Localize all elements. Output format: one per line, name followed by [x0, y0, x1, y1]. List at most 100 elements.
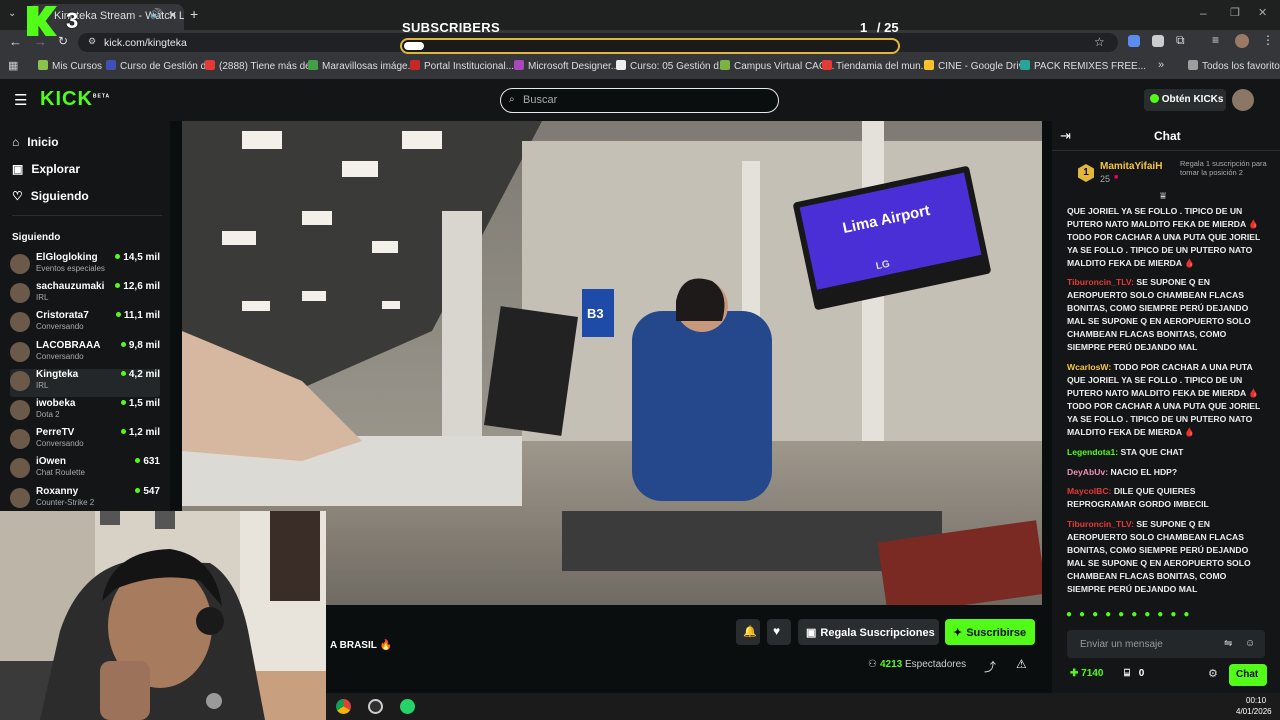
- extension-icon-2[interactable]: [1152, 35, 1164, 47]
- bookmark-item[interactable]: Tiendamia del mun...: [822, 60, 929, 72]
- following-item[interactable]: PerreTV Conversando 1,2 mil: [10, 427, 160, 455]
- chat-username[interactable]: WcarlosW:: [1067, 362, 1111, 372]
- notifications-button[interactable]: 🔔: [736, 619, 760, 645]
- kick-logo[interactable]: KICKBETA: [40, 88, 110, 111]
- translate-icon[interactable]: ⇋: [1224, 638, 1232, 649]
- nav-inicio[interactable]: ⌂ Inicio: [12, 135, 59, 149]
- viewers-label: Espectadores: [905, 659, 967, 670]
- filter-icon[interactable]: ⩸: [1160, 191, 1166, 202]
- tab-search-icon[interactable]: ⌄: [8, 8, 16, 19]
- star-icon: ✦: [953, 627, 963, 639]
- following-item[interactable]: Kingteka IRL 4,2 mil: [10, 368, 160, 397]
- chat-text: TODO POR CACHAR A UNA PUTA QUE JORIEL YA…: [1067, 362, 1261, 437]
- bookmark-item[interactable]: Maravillosas imáge...: [308, 60, 416, 72]
- following-item[interactable]: ElGlogloking Eventos especiales 14,5 mil: [10, 252, 160, 280]
- chat-message: Tiburoncin_TLV: SE SUPONE Q EN AEROPUERT…: [1067, 518, 1267, 596]
- following-item[interactable]: LACOBRAAA Conversando 9,8 mil: [10, 340, 160, 368]
- bookmark-item[interactable]: Curso: 05 Gestión d...: [616, 60, 727, 72]
- bookmarks-bar: ▦ Mis Cursos Curso de Gestión d... (2888) …: [0, 55, 1280, 79]
- tab-audio-icon[interactable]: 🔊: [150, 9, 162, 20]
- extension-icon[interactable]: [1128, 35, 1140, 47]
- profile-avatar[interactable]: [1235, 34, 1249, 48]
- channel-name: PerreTV: [36, 427, 75, 439]
- new-tab-icon[interactable]: +: [190, 6, 198, 22]
- hamburger-menu-icon[interactable]: ☰: [14, 91, 27, 109]
- collapse-chat-icon[interactable]: ⇥: [1060, 128, 1071, 144]
- bookmark-item[interactable]: Curso de Gestión d...: [106, 60, 215, 72]
- chat-username[interactable]: Tiburoncin_TLV:: [1067, 519, 1134, 529]
- follow-button[interactable]: ♥: [767, 619, 791, 645]
- bookmark-item[interactable]: Campus Virtual CAC...: [720, 60, 834, 72]
- report-icon[interactable]: ⚠: [1016, 657, 1027, 671]
- chat-username[interactable]: MaycolBC:: [1067, 486, 1111, 496]
- following-item[interactable]: Cristorata7 Conversando 11,1 mil: [10, 310, 160, 338]
- channel-category: IRL: [36, 380, 49, 390]
- gift-icon: ▣: [806, 627, 817, 639]
- more-bookmarks-icon[interactable]: »: [1158, 59, 1164, 71]
- tab-close-icon[interactable]: ✕: [168, 9, 177, 22]
- following-item[interactable]: iwobeka Dota 2 1,5 mil: [10, 398, 160, 426]
- bookmark-item[interactable]: Portal Institucional...: [410, 60, 514, 72]
- heart-icon: ♡: [12, 189, 23, 203]
- following-item[interactable]: Roxanny Counter-Strike 2 547: [10, 486, 160, 514]
- bookmark-item[interactable]: (2888) Tiene más de...: [205, 60, 319, 72]
- bookmark-favicon-icon: [410, 60, 420, 70]
- minimize-icon[interactable]: –: [1200, 6, 1207, 20]
- chat-title: Chat: [1154, 129, 1181, 143]
- gift-subs-button[interactable]: ▣ Regala Suscripciones: [798, 619, 939, 645]
- kicks-coin-icon: [1150, 94, 1159, 103]
- chrome-icon[interactable]: [336, 699, 351, 714]
- site-info-icon[interactable]: ⚙: [88, 36, 96, 47]
- bell-icon: 🔔: [743, 626, 757, 638]
- chat-settings-icon[interactable]: ⚙: [1208, 667, 1218, 680]
- browser-menu-icon[interactable]: ⋮: [1262, 33, 1274, 47]
- chat-message: Legendota1: STA QUE CHAT: [1067, 446, 1267, 459]
- bookmark-label: Todos los favoritos: [1202, 61, 1280, 72]
- share-icon[interactable]: ⤴: [984, 658, 996, 675]
- user-avatar[interactable]: [1232, 89, 1254, 111]
- chat-input[interactable]: Enviar un mensaje ⇋ ☺: [1067, 630, 1265, 658]
- whatsapp-icon[interactable]: [400, 699, 415, 714]
- subscribe-button[interactable]: ✦ Suscribirse: [945, 619, 1035, 645]
- bookmark-favicon-icon: [1188, 60, 1198, 70]
- pinned-gifter[interactable]: 1 MamitaYifaiH 25 ■ Regala 1 suscripción…: [1078, 159, 1278, 189]
- kicks-balance[interactable]: ✚ 7140: [1070, 668, 1103, 679]
- channel-category: Chat Roulette: [36, 468, 85, 478]
- bookmark-item[interactable]: Microsoft Designer...: [514, 60, 619, 72]
- bookmark-label: Tiendamia del mun...: [836, 61, 930, 72]
- apps-grid-icon[interactable]: ▦: [8, 59, 18, 72]
- bookmark-item[interactable]: Todos los favoritos: [1188, 60, 1280, 72]
- obs-icon[interactable]: [368, 699, 383, 714]
- channel-viewers: 14,5 mil: [115, 252, 160, 263]
- media-icon[interactable]: ≡: [1212, 33, 1219, 47]
- chat-username[interactable]: Legendota1:: [1067, 447, 1118, 457]
- extensions-puzzle-icon[interactable]: ⧉: [1176, 33, 1185, 48]
- bookmark-star-icon[interactable]: ☆: [1094, 35, 1105, 49]
- search-input[interactable]: ⌕ Buscar: [500, 88, 779, 113]
- chat-send-button[interactable]: Chat: [1229, 664, 1267, 686]
- emote-bar: ●●●●●●●●●●: [1066, 609, 1197, 620]
- viewers-icon: ⚇: [868, 659, 877, 670]
- bookmark-item[interactable]: Mis Cursos: [38, 60, 102, 72]
- chat-username[interactable]: Tiburoncin_TLV:: [1067, 277, 1134, 287]
- emoji-icon[interactable]: ☺: [1245, 638, 1255, 649]
- pinned-username: MamitaYifaiH: [1100, 161, 1163, 172]
- nav-siguiendo[interactable]: ♡ Siguiendo: [12, 189, 89, 203]
- forward-icon[interactable]: →: [34, 34, 47, 49]
- channel-name: ElGlogloking: [36, 252, 98, 263]
- following-item[interactable]: iOwen Chat Roulette 631: [10, 456, 160, 484]
- bookmark-item[interactable]: CINE - Google Drive: [924, 60, 1029, 72]
- bookmark-item[interactable]: PACK REMIXES FREE...: [1020, 60, 1146, 72]
- nav-explorar[interactable]: ▣ Explorar: [12, 162, 80, 176]
- back-icon[interactable]: ←: [9, 34, 22, 49]
- chat-username[interactable]: DeyAbUv:: [1067, 467, 1108, 477]
- maximize-icon[interactable]: ❐: [1230, 6, 1240, 19]
- channel-viewers: 4,2 mil: [121, 369, 160, 380]
- close-window-icon[interactable]: ✕: [1258, 6, 1267, 19]
- get-kicks-button[interactable]: Obtén KICKs: [1144, 89, 1226, 111]
- channel-avatar: [10, 283, 30, 304]
- windows-taskbar: 00:10 4/01/2026: [326, 693, 1280, 720]
- reload-icon[interactable]: ↻: [58, 34, 68, 48]
- gift-balance[interactable]: ⌸ 0: [1124, 668, 1144, 679]
- following-item[interactable]: sachauzumaki IRL 12,6 mil: [10, 281, 160, 309]
